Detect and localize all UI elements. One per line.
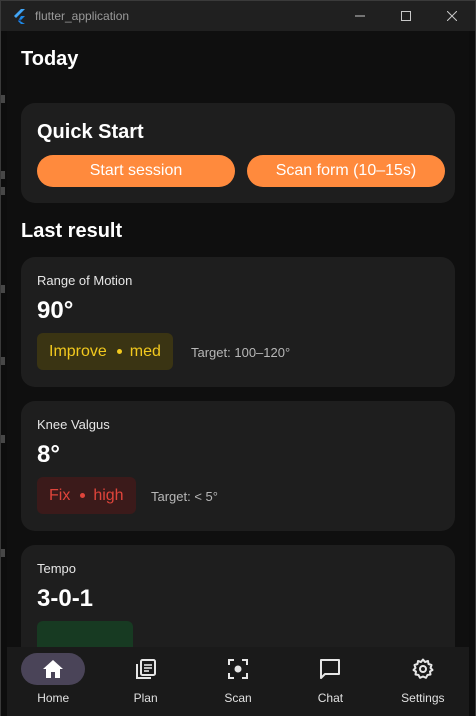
metric-value: 90° (37, 297, 74, 324)
status-badge: Fix high (37, 477, 136, 514)
metric-value: 3-0-1 (37, 585, 94, 612)
bullet-dot-icon (116, 349, 122, 354)
window-title: flutter_application (35, 9, 130, 23)
nav-indicator (21, 653, 86, 685)
background-editor-edge (469, 31, 475, 716)
page-title: Today (21, 48, 79, 70)
nav-item-chat[interactable]: Chat (284, 647, 376, 716)
nav-label: Chat (317, 691, 344, 705)
plan-icon (135, 659, 156, 679)
settings-icon (412, 658, 434, 679)
nav-label: Home (37, 691, 70, 705)
target-text: Target: < 5° (151, 489, 218, 504)
nav-label: Scan (224, 691, 252, 705)
nav-item-settings[interactable]: Settings (377, 647, 469, 716)
title-bar: flutter_application (1, 1, 475, 31)
metric-label: Knee Valgus (37, 417, 110, 432)
maximize-button[interactable] (383, 1, 429, 31)
nav-item-scan[interactable]: Scan (192, 647, 284, 716)
nav-label: Plan (133, 691, 158, 705)
scan-form-button[interactable]: Scan form (10–15s) (247, 155, 445, 187)
metric-label: Tempo (37, 561, 77, 576)
chat-icon (320, 659, 341, 679)
home-icon (43, 660, 64, 678)
status-text: Fix (49, 486, 71, 504)
nav-item-home[interactable]: Home (7, 647, 99, 716)
metric-value: 8° (37, 441, 60, 468)
quick-start-title: Quick Start (37, 121, 144, 143)
result-card-range-of-motion[interactable]: Range of Motion 90° Improve med Target: … (21, 257, 455, 387)
window-controls (337, 1, 475, 31)
quick-start-card: Quick Start Start session Scan form (10–… (21, 103, 455, 203)
bottom-navigation-bar: Home Plan Scan Chat Settings (7, 647, 469, 716)
minimize-button[interactable] (337, 1, 383, 31)
result-card-knee-valgus[interactable]: Knee Valgus 8° Fix high Target: < 5° (21, 401, 455, 531)
close-button[interactable] (429, 1, 475, 31)
status-badge: Improve med (37, 333, 173, 370)
target-text: Target: 100–120° (191, 345, 291, 360)
status-text: Improve (49, 342, 107, 360)
start-session-button[interactable]: Start session (37, 155, 235, 187)
home-screen: Today Quick Start Start session Scan for… (7, 31, 469, 647)
bullet-dot-icon (80, 493, 86, 498)
nav-label: Settings (401, 691, 445, 705)
severity-text: med (129, 342, 161, 360)
status-badge (37, 621, 133, 647)
last-result-heading: Last result (21, 220, 123, 242)
result-card-tempo[interactable]: Tempo 3-0-1 (21, 545, 455, 647)
metric-label: Range of Motion (37, 273, 133, 288)
flutter-logo-icon (9, 1, 31, 31)
nav-item-plan[interactable]: Plan (99, 647, 191, 716)
scan-icon (228, 659, 249, 679)
severity-text: high (93, 486, 124, 504)
app-window: flutter_application Today Quick Start St… (0, 0, 476, 716)
